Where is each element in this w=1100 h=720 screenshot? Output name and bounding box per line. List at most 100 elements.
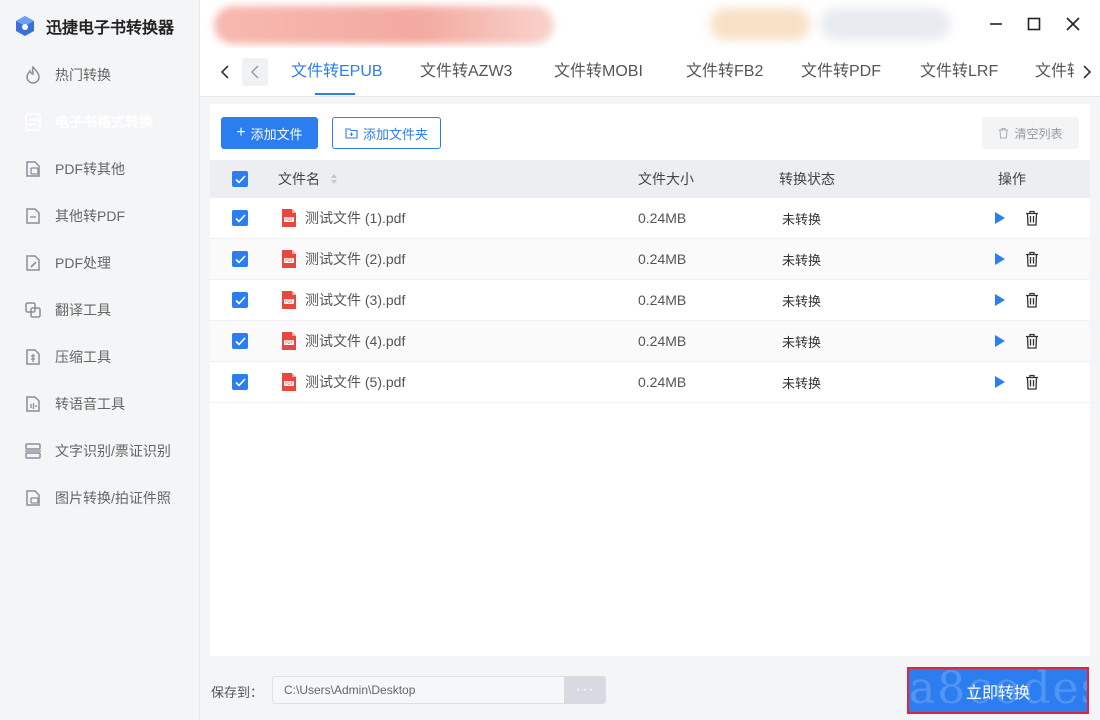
save-path-input[interactable] [272, 676, 564, 704]
file-name: 测试文件 (4).pdf [305, 333, 406, 349]
sidebar-item-ocr[interactable]: 文字识别/票证识别 [0, 427, 200, 474]
sidebar-item-other-to-pdf[interactable]: 其他转PDF [0, 192, 200, 239]
maximize-icon [1027, 17, 1041, 31]
tab-pdf[interactable]: 文件转PDF [801, 48, 881, 96]
sidebar-item-label: PDF转其他 [55, 160, 125, 177]
tab-lrf[interactable]: 文件转LRF [920, 48, 998, 96]
table-row: PDF 测试文件 (5).pdf 0.24MB 未转换 [210, 362, 1090, 403]
chevron-left-icon [251, 65, 259, 79]
sidebar-item-image-convert[interactable]: 图片转换/拍证件照 [0, 474, 200, 521]
row-checkbox[interactable] [232, 374, 248, 390]
file-name-cell: PDF 测试文件 (3).pdf [279, 280, 405, 320]
close-button[interactable] [1061, 12, 1085, 36]
sidebar-item-pdf-process[interactable]: PDF处理 [0, 239, 200, 286]
convert-row-button[interactable] [990, 331, 1010, 351]
title-bar [200, 0, 1100, 48]
play-icon [995, 212, 1005, 224]
checkmark-icon [234, 174, 246, 184]
sidebar: 迅捷电子书转换器 热门转换 电子书格式转换 PDF转其他 其他转PDF PDF处… [0, 0, 200, 720]
trash-icon [1026, 292, 1038, 308]
tab-azw3[interactable]: 文件转AZW3 [420, 48, 512, 96]
file-size: 0.24MB [638, 292, 687, 308]
checkmark-icon [234, 336, 246, 346]
convert-status: 未转换 [782, 293, 822, 309]
pdf-edit-icon [23, 253, 43, 273]
file-name-cell: PDF 测试文件 (2).pdf [279, 239, 405, 279]
sidebar-item-voice[interactable]: 转语音工具 [0, 380, 200, 427]
tab-fb2[interactable]: 文件转FB2 [686, 48, 763, 96]
browse-folder-button[interactable]: ··· [564, 676, 606, 704]
row-checkbox[interactable] [232, 251, 248, 267]
app-title: 迅捷电子书转换器 [46, 20, 175, 37]
ebook-convert-icon [23, 112, 43, 132]
app-logo-icon [14, 15, 36, 37]
checkmark-icon [234, 213, 246, 223]
file-name-cell: PDF 测试文件 (5).pdf [279, 362, 405, 402]
tabs-scroll-left-button[interactable] [212, 58, 238, 86]
sidebar-item-label: PDF处理 [55, 254, 111, 271]
table-row: PDF 测试文件 (3).pdf 0.24MB 未转换 [210, 280, 1090, 321]
app-brand: 迅捷电子书转换器 [14, 12, 174, 40]
maximize-button[interactable] [1022, 12, 1046, 36]
tabs-scroll-right-button[interactable] [1074, 58, 1100, 86]
svg-text:PDF: PDF [285, 217, 293, 222]
convert-row-button[interactable] [990, 290, 1010, 310]
delete-row-button[interactable] [1022, 331, 1042, 351]
column-header-name[interactable]: 文件名 [278, 160, 338, 198]
sidebar-item-label: 翻译工具 [55, 301, 111, 318]
file-list-panel: + 添加文件 添加文件夹 清空列表 文件名 文件大小 转换状态 操作 PDF 测… [210, 104, 1090, 656]
convert-row-button[interactable] [990, 372, 1010, 392]
row-checkbox[interactable] [232, 333, 248, 349]
sidebar-item-label: 图片转换/拍证件照 [55, 489, 171, 506]
table-header: 文件名 文件大小 转换状态 操作 [210, 160, 1090, 198]
sidebar-item-pdf-to-other[interactable]: PDF转其他 [0, 145, 200, 192]
voice-icon [23, 394, 43, 414]
convert-row-button[interactable] [990, 208, 1010, 228]
trash-icon [1026, 374, 1038, 390]
clear-list-button[interactable]: 清空列表 [982, 117, 1079, 149]
select-all-checkbox[interactable] [232, 171, 248, 187]
file-size: 0.24MB [638, 374, 687, 390]
select-all-checkbox-cell [232, 160, 248, 198]
pdf-file-icon: PDF [279, 372, 299, 392]
add-folder-button[interactable]: 添加文件夹 [332, 117, 441, 149]
tabs-prev-button[interactable] [242, 58, 268, 86]
delete-row-button[interactable] [1022, 372, 1042, 392]
sort-icon[interactable] [330, 173, 338, 185]
file-size: 0.24MB [638, 333, 687, 349]
compress-icon [23, 347, 43, 367]
sidebar-item-translate[interactable]: 翻译工具 [0, 286, 200, 333]
trash-icon [1026, 210, 1038, 226]
convert-row-button[interactable] [990, 249, 1010, 269]
trash-icon [1026, 333, 1038, 349]
column-header-size: 文件大小 [638, 171, 694, 187]
table-body: PDF 测试文件 (1).pdf 0.24MB 未转换 PDF 测试文件 (2)… [210, 198, 1090, 403]
chevron-right-icon [1083, 65, 1092, 79]
minimize-button[interactable] [984, 12, 1008, 36]
sidebar-item-label: 压缩工具 [55, 348, 111, 365]
tab-mobi[interactable]: 文件转MOBI [554, 48, 643, 96]
delete-row-button[interactable] [1022, 290, 1042, 310]
row-checkbox[interactable] [232, 210, 248, 226]
trash-icon [1026, 251, 1038, 267]
delete-row-button[interactable] [1022, 208, 1042, 228]
banner-placeholder [214, 6, 554, 44]
play-icon [995, 253, 1005, 265]
tab-epub[interactable]: 文件转EPUB [291, 48, 383, 96]
play-icon [995, 294, 1005, 306]
table-row: PDF 测试文件 (2).pdf 0.24MB 未转换 [210, 239, 1090, 280]
sidebar-item-label: 电子书格式转换 [55, 113, 153, 130]
convert-now-button[interactable]: a8codes 立即转换 [907, 667, 1089, 714]
sidebar-item-ebook-convert[interactable]: 电子书格式转换 [0, 98, 200, 145]
add-file-button[interactable]: + 添加文件 [221, 117, 318, 149]
sidebar-item-hot-convert[interactable]: 热门转换 [0, 51, 200, 98]
delete-row-button[interactable] [1022, 249, 1042, 269]
minimize-icon [990, 23, 1002, 25]
table-row: PDF 测试文件 (1).pdf 0.24MB 未转换 [210, 198, 1090, 239]
convert-status: 未转换 [782, 334, 822, 350]
sidebar-item-compress[interactable]: 压缩工具 [0, 333, 200, 380]
pdf-file-icon: PDF [279, 249, 299, 269]
file-name-cell: PDF 测试文件 (4).pdf [279, 321, 405, 361]
row-checkbox[interactable] [232, 292, 248, 308]
column-header-status: 转换状态 [779, 171, 835, 187]
